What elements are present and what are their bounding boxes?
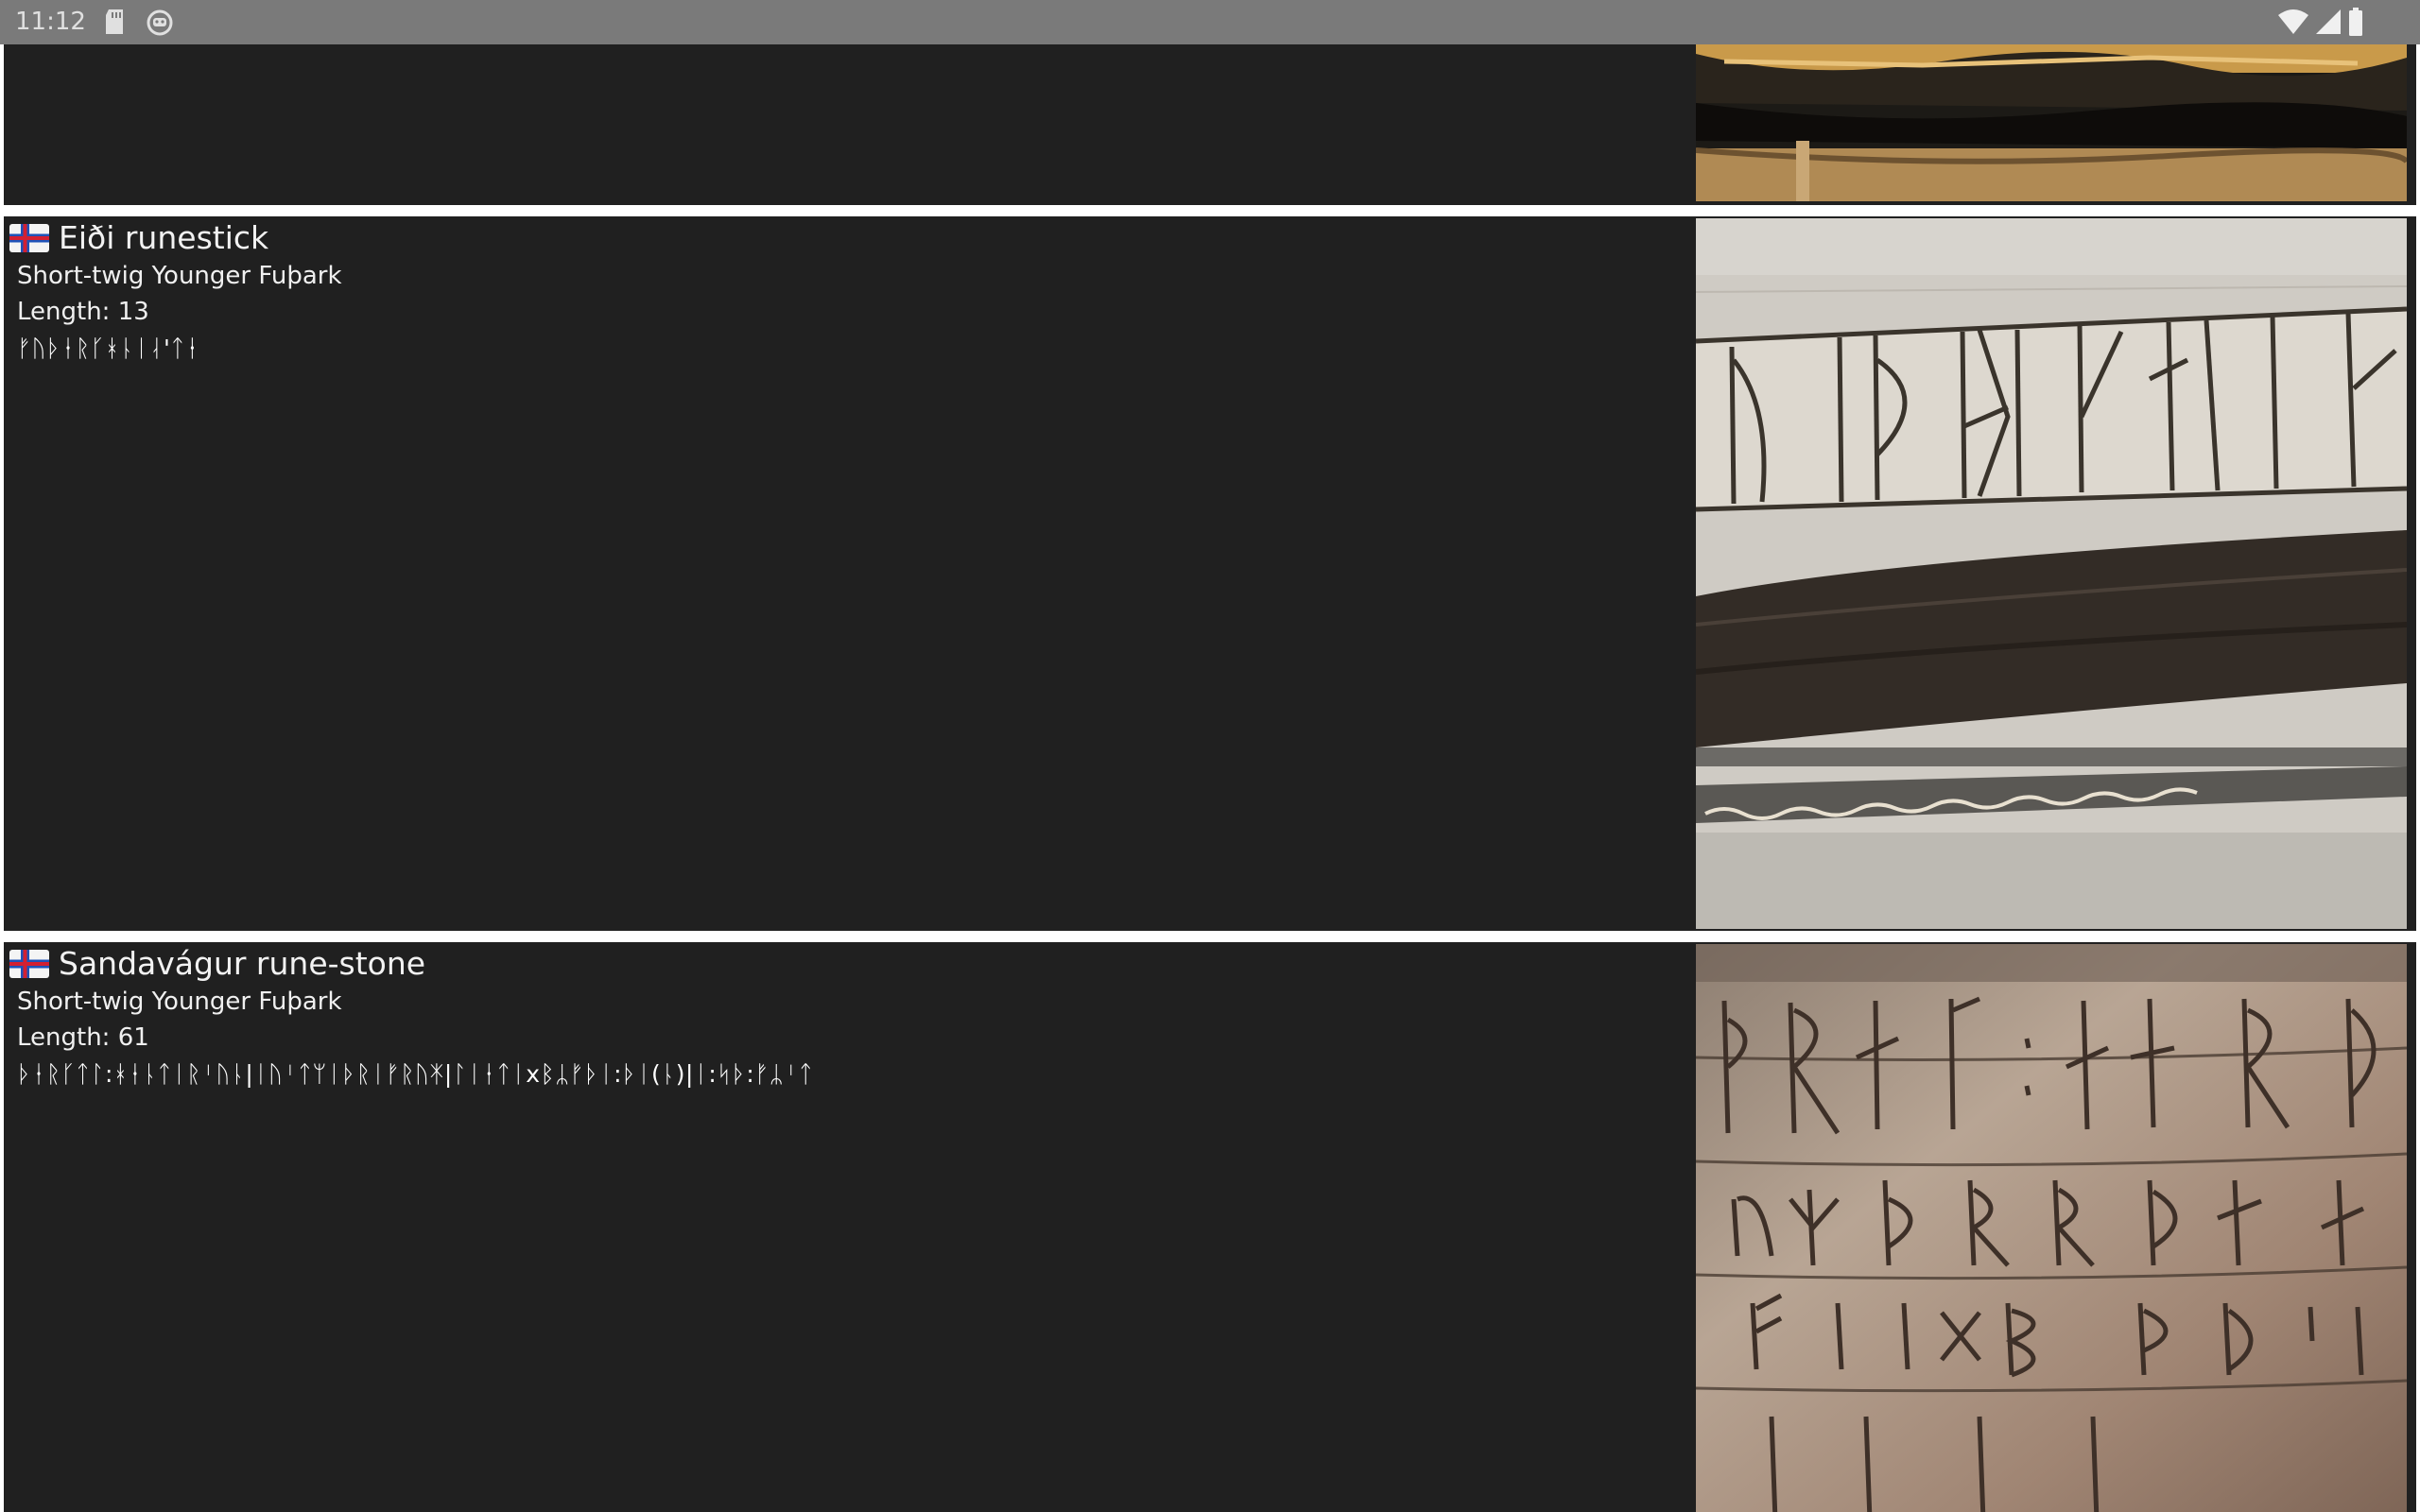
wifi-icon — [2278, 9, 2308, 38]
list-item-previous[interactable] — [4, 44, 2416, 205]
card-text: Eiði runestick Short-twig Younger Fuþark… — [9, 216, 342, 368]
card-title-row: Eiði runestick — [9, 216, 342, 258]
card-script: Short-twig Younger Fuþark — [17, 262, 342, 290]
card-title: Sandavágur rune-stone — [59, 944, 426, 982]
sandavagur-runestone-photo — [1696, 944, 2407, 1512]
signal-icon — [2316, 9, 2341, 38]
card-text: Sandavágur rune-stone Short-twig Younger… — [9, 942, 813, 1093]
card-runes: ᚦᚽᚱᚴᛏᛚ:ᚼᚽᚿᛏᛁᚱᛌᚢᚿ|ᛁᚢᛌᛏᛘᛁᚦᚱᛁᚠᚱᚢᛡ|ᛚᛁᚽᛏᛁxᛒᛦᚠ… — [17, 1060, 814, 1088]
sd-card-icon — [104, 9, 125, 38]
list-item[interactable]: Sandavágur rune-stone Short-twig Younger… — [4, 942, 2416, 1512]
list-item[interactable]: Eiði runestick Short-twig Younger Fuþark… — [4, 216, 2416, 931]
battery-icon — [2348, 8, 2363, 40]
card-runes: ᚠᚢᚦᚽᚱᚴᚼᚿᛁᛆ'ᛏᚽ — [17, 335, 200, 362]
card-script: Short-twig Younger Fuþark — [17, 988, 342, 1016]
runestone-list[interactable]: Eiði runestick Short-twig Younger Fuþark… — [0, 44, 2420, 1512]
card-length: Length: 61 — [17, 1023, 149, 1052]
card-title: Eiði runestick — [59, 218, 269, 256]
faroe-islands-flag-icon — [9, 223, 49, 252]
card-title-row: Sandavágur rune-stone — [9, 942, 813, 984]
android-bot-icon — [147, 9, 173, 40]
status-time: 11:12 — [15, 8, 86, 36]
eidi-runestick-photo — [1696, 218, 2407, 929]
faroe-islands-flag-icon — [9, 949, 49, 978]
status-bar: 11:12 — [0, 0, 2420, 44]
previous-runestick-photo — [1696, 44, 2407, 201]
card-length: Length: 13 — [17, 298, 149, 326]
